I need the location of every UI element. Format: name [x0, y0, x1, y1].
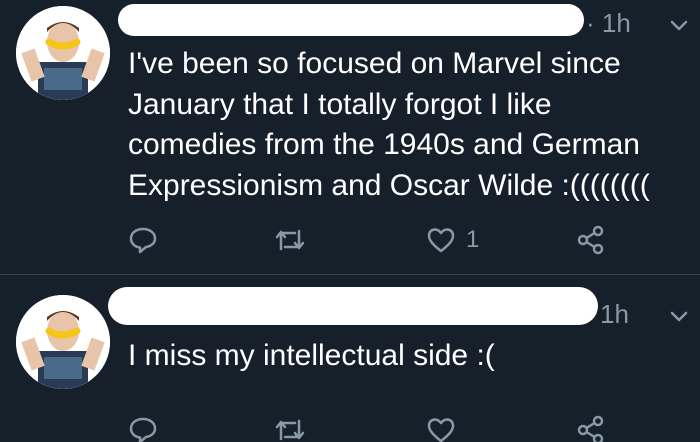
redacted-username — [108, 287, 598, 325]
timeline: · 1h I've been so focused on Marvel sinc… — [0, 0, 700, 442]
tweet-actions: 1 — [128, 220, 628, 260]
tweet-text: I miss my intellectual side :( — [128, 339, 495, 372]
chevron-down-icon[interactable] — [668, 305, 690, 327]
share-button[interactable] — [576, 410, 606, 442]
reply-icon — [129, 417, 157, 442]
retweet-icon — [275, 419, 305, 441]
like-icon — [427, 418, 455, 442]
avatar-image — [16, 295, 110, 389]
share-icon — [577, 225, 604, 255]
tweet-item[interactable]: · 1h I've been so focused on Marvel sinc… — [0, 0, 700, 274]
avatar-image — [16, 6, 110, 100]
share-button[interactable] — [576, 220, 606, 260]
retweet-icon — [275, 229, 305, 251]
tweet-actions — [128, 410, 628, 442]
avatar[interactable] — [16, 295, 110, 389]
reply-button[interactable] — [128, 410, 158, 442]
retweet-button[interactable] — [273, 220, 307, 260]
avatar[interactable] — [16, 6, 110, 100]
tweet-item[interactable]: 1h I miss my intellectual side :( — [0, 275, 700, 442]
like-icon — [427, 228, 455, 253]
like-count: 1 — [466, 226, 480, 253]
tweet-timestamp[interactable]: · 1h — [586, 8, 631, 39]
share-icon — [577, 415, 604, 442]
tweet-text: I've been so focused on Marvel since Jan… — [128, 47, 650, 202]
redacted-username — [118, 4, 584, 36]
chevron-down-icon[interactable] — [668, 14, 690, 36]
like-button[interactable]: 1 — [426, 220, 479, 260]
reply-icon — [129, 227, 157, 254]
like-button[interactable] — [426, 410, 466, 442]
retweet-button[interactable] — [273, 410, 307, 442]
reply-button[interactable] — [128, 220, 158, 260]
tweet-timestamp[interactable]: 1h — [600, 299, 629, 330]
